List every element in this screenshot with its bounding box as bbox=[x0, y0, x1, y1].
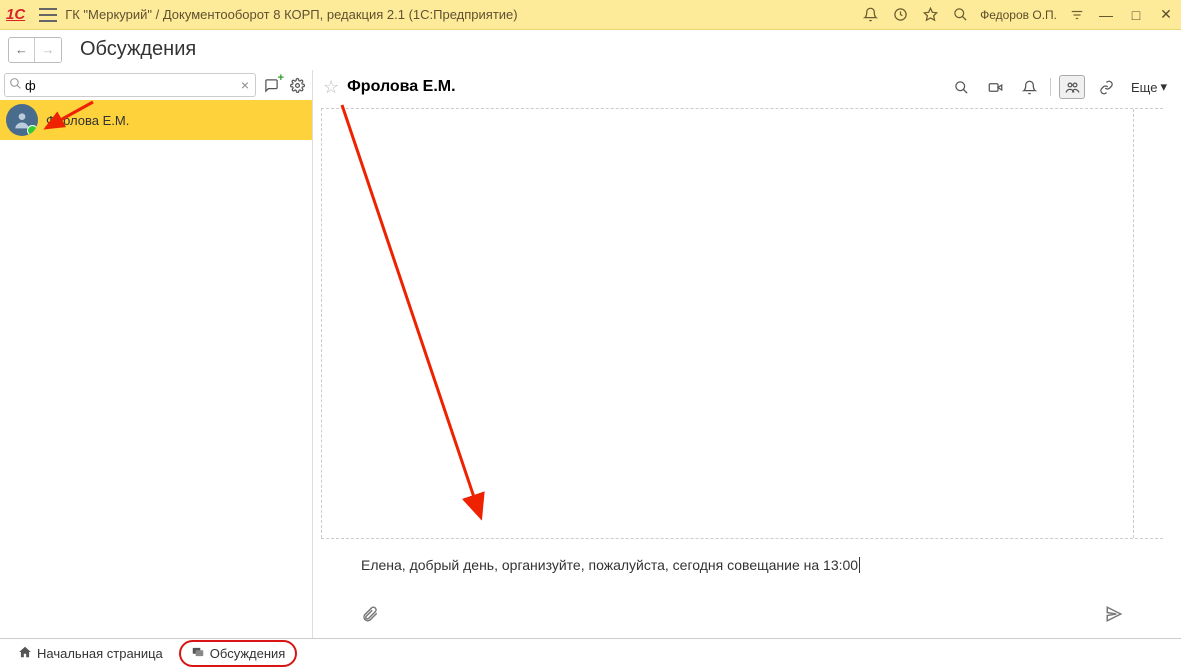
search-icon bbox=[9, 77, 22, 93]
tab-home-label: Начальная страница bbox=[37, 646, 163, 661]
sidebar-search-box[interactable]: × bbox=[4, 73, 256, 97]
compose-input[interactable]: Елена, добрый день, организуйте, пожалуй… bbox=[321, 539, 1163, 599]
user-name[interactable]: Федоров О.П. bbox=[980, 8, 1057, 22]
nav-forward-button[interactable]: → bbox=[35, 38, 61, 62]
toolbar-divider bbox=[1050, 78, 1051, 96]
chat-header: ☆ Фролова Е.М. bbox=[313, 70, 1181, 104]
window-title: ГК "Меркурий" / Документооборот 8 КОРП, … bbox=[65, 7, 860, 22]
chat-search-icon[interactable] bbox=[948, 75, 974, 99]
chat-messages-area bbox=[321, 108, 1163, 538]
main-area: × + Фролова Е.М. ☆ Фролова Е.М. bbox=[0, 70, 1181, 639]
participants-icon[interactable] bbox=[1059, 75, 1085, 99]
link-icon[interactable] bbox=[1093, 75, 1119, 99]
favorite-star-icon[interactable]: ☆ bbox=[323, 77, 339, 98]
gear-icon[interactable] bbox=[286, 74, 308, 96]
nav-buttons: ← → bbox=[8, 37, 62, 63]
nav-back-button[interactable]: ← bbox=[9, 38, 35, 62]
more-label: Еще bbox=[1131, 80, 1157, 95]
compose-toolbar bbox=[321, 599, 1163, 638]
sidebar: × + Фролова Е.М. bbox=[0, 70, 313, 638]
avatar bbox=[6, 104, 38, 136]
maximize-button[interactable]: □ bbox=[1127, 6, 1145, 24]
contact-name: Фролова Е.М. bbox=[46, 113, 129, 128]
chat-title: Фролова Е.М. bbox=[347, 78, 948, 96]
clear-search-icon[interactable]: × bbox=[239, 77, 251, 93]
compose-text: Елена, добрый день, организуйте, пожалуй… bbox=[361, 557, 858, 573]
window-titlebar: 1С ГК "Меркурий" / Документооборот 8 КОР… bbox=[0, 0, 1181, 30]
main-menu-button[interactable] bbox=[39, 8, 57, 22]
video-call-icon[interactable] bbox=[982, 75, 1008, 99]
star-icon[interactable] bbox=[920, 5, 940, 25]
history-icon[interactable] bbox=[890, 5, 910, 25]
discussions-icon bbox=[191, 645, 205, 662]
page-title: Обсуждения bbox=[80, 38, 196, 61]
attach-icon[interactable] bbox=[361, 605, 379, 628]
chat-panel: ☆ Фролова Е.М. bbox=[313, 70, 1181, 638]
chevron-down-icon: ▾ bbox=[1160, 79, 1167, 95]
bell-icon[interactable] bbox=[860, 5, 880, 25]
tab-home[interactable]: Начальная страница bbox=[8, 642, 173, 665]
new-chat-button[interactable]: + bbox=[260, 74, 282, 96]
filter-icon[interactable] bbox=[1067, 5, 1087, 25]
logo-1c: 1С bbox=[6, 6, 25, 23]
send-icon[interactable] bbox=[1105, 605, 1123, 628]
titlebar-tools: Федоров О.П. bbox=[860, 5, 1087, 25]
search-icon[interactable] bbox=[950, 5, 970, 25]
chat-toolbar: Еще ▾ bbox=[948, 75, 1171, 99]
more-menu-button[interactable]: Еще ▾ bbox=[1127, 77, 1171, 97]
tab-discussions[interactable]: Обсуждения bbox=[179, 640, 298, 667]
messages-empty bbox=[322, 109, 1133, 538]
sidebar-search-row: × + bbox=[0, 70, 312, 100]
sidebar-search-input[interactable] bbox=[25, 78, 239, 93]
minimize-button[interactable]: — bbox=[1097, 6, 1115, 24]
contact-item[interactable]: Фролова Е.М. bbox=[0, 100, 312, 140]
home-icon bbox=[18, 645, 32, 662]
compose-area: Елена, добрый день, организуйте, пожалуй… bbox=[321, 538, 1163, 638]
tab-discussions-label: Обсуждения bbox=[210, 646, 286, 661]
nav-row: ← → Обсуждения bbox=[0, 30, 1181, 70]
window-controls: — □ ✕ bbox=[1097, 6, 1175, 24]
bottom-tabs: Начальная страница Обсуждения bbox=[0, 639, 1181, 668]
close-button[interactable]: ✕ bbox=[1157, 6, 1175, 24]
participants-rail bbox=[1133, 109, 1163, 538]
notifications-icon[interactable] bbox=[1016, 75, 1042, 99]
